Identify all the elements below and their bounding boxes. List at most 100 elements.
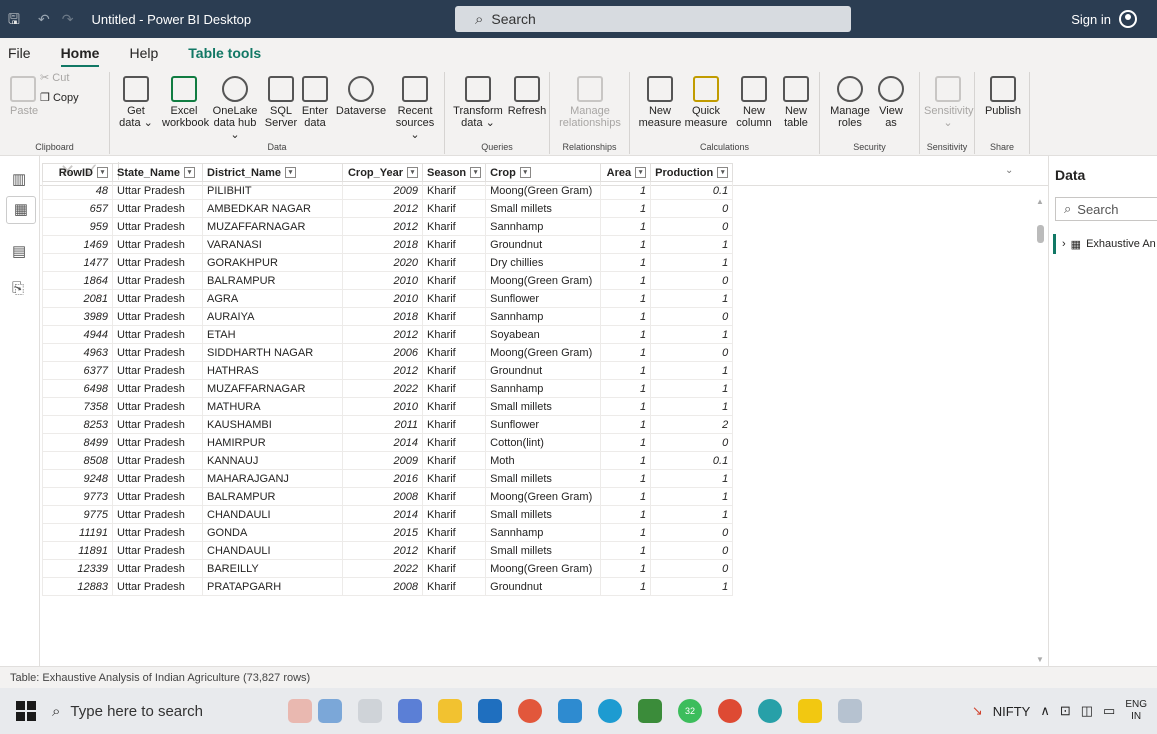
manage-relationships-button[interactable]: Manage relationships — [556, 76, 624, 129]
table-cell[interactable]: 2011 — [342, 415, 423, 434]
table-cell[interactable]: 2012 — [342, 199, 423, 218]
table-cell[interactable]: 2015 — [342, 523, 423, 542]
table-cell[interactable]: HATHRAS — [202, 361, 343, 380]
title-search-box[interactable]: ⌕ Search — [455, 6, 851, 32]
firefox-icon[interactable] — [518, 699, 542, 723]
table-cell[interactable]: 1 — [650, 325, 734, 344]
table-cell[interactable]: Moong(Green Gram) — [485, 271, 602, 290]
table-cell[interactable]: Kharif — [421, 577, 487, 596]
copilot-icon[interactable] — [398, 699, 422, 723]
table-cell[interactable]: 3989 — [42, 307, 113, 326]
table-cell[interactable]: Moong(Green Gram) — [485, 343, 602, 362]
filter-dropdown-icon[interactable]: ▾ — [519, 167, 531, 179]
recent-sources-button[interactable]: Recent sources ⌄ — [392, 76, 438, 141]
filter-dropdown-icon[interactable]: ▾ — [284, 167, 296, 179]
table-cell[interactable]: 1 — [600, 559, 652, 578]
publish-button[interactable]: Publish — [981, 76, 1025, 117]
table-cell[interactable]: 9775 — [42, 505, 113, 524]
app-icon-notes[interactable] — [318, 699, 342, 723]
table-cell[interactable]: Kharif — [421, 379, 487, 398]
m365-icon[interactable] — [558, 699, 582, 723]
table-cell[interactable]: 2009 — [342, 181, 423, 200]
mail-icon[interactable] — [478, 699, 502, 723]
table-cell[interactable]: Moong(Green Gram) — [485, 487, 602, 506]
table-cell[interactable]: 6498 — [42, 379, 113, 398]
column-header[interactable]: Area ▾ — [600, 163, 652, 182]
table-cell[interactable]: Uttar Pradesh — [112, 577, 203, 596]
windows-start-icon[interactable] — [16, 701, 36, 721]
table-cell[interactable]: Kharif — [421, 523, 487, 542]
table-row[interactable]: 4944 Uttar Pradesh ETAH 2012 Kharif Soyabean 1… — [42, 325, 734, 344]
table-cell[interactable]: Sannhamp — [485, 307, 602, 326]
table-cell[interactable]: BALRAMPUR — [202, 487, 343, 506]
table-cell[interactable]: 2022 — [342, 559, 423, 578]
table-view-icon[interactable]: ▦ — [6, 196, 36, 224]
table-cell[interactable]: 1 — [600, 469, 652, 488]
table-cell[interactable]: BAREILLY — [202, 559, 343, 578]
table-cell[interactable]: Kharif — [421, 235, 487, 254]
table-cell[interactable]: 1 — [600, 325, 652, 344]
table-cell[interactable]: KANNAUJ — [202, 451, 343, 470]
table-cell[interactable]: Uttar Pradesh — [112, 541, 203, 560]
transform-data-button[interactable]: Transform data ⌄ — [453, 76, 503, 129]
table-cell[interactable]: 1 — [650, 361, 734, 380]
get-data-button[interactable]: Get data ⌄ — [118, 76, 154, 129]
table-cell[interactable]: Kharif — [421, 199, 487, 218]
table-row[interactable]: 9773 Uttar Pradesh BALRAMPUR 2008 Kharif Moon… — [42, 487, 734, 506]
table-cell[interactable]: Uttar Pradesh — [112, 433, 203, 452]
table-cell[interactable]: 1477 — [42, 253, 113, 272]
menu-table-tools[interactable]: Table tools — [188, 45, 261, 61]
table-row[interactable]: 11891 Uttar Pradesh CHANDAULI 2012 Kharif Sma… — [42, 541, 734, 560]
table-cell[interactable]: Kharif — [421, 541, 487, 560]
table-cell[interactable]: Uttar Pradesh — [112, 325, 203, 344]
table-cell[interactable]: CHANDAULI — [202, 505, 343, 524]
table-cell[interactable]: Uttar Pradesh — [112, 343, 203, 362]
table-cell[interactable]: 0 — [650, 199, 734, 218]
table-row[interactable]: 3989 Uttar Pradesh AURAIYA 2018 Kharif Sannha… — [42, 307, 734, 326]
table-cell[interactable]: HAMIRPUR — [202, 433, 343, 452]
table-cell[interactable]: Kharif — [421, 451, 487, 470]
table-cell[interactable]: Groundnut — [485, 235, 602, 254]
menu-file[interactable]: File — [8, 45, 31, 61]
table-cell[interactable]: KAUSHAMBI — [202, 415, 343, 434]
table-cell[interactable]: Uttar Pradesh — [112, 307, 203, 326]
table-cell[interactable]: 959 — [42, 217, 113, 236]
table-cell[interactable]: 2020 — [342, 253, 423, 272]
table-cell[interactable]: Kharif — [421, 433, 487, 452]
tray-expand-icon[interactable]: ∧ — [1040, 703, 1050, 719]
table-cell[interactable]: Sannhamp — [485, 217, 602, 236]
table-cell[interactable]: PILIBHIT — [202, 181, 343, 200]
table-row[interactable]: 7358 Uttar Pradesh MATHURA 2010 Kharif Small … — [42, 397, 734, 416]
table-cell[interactable]: Kharif — [421, 487, 487, 506]
table-cell[interactable]: GONDA — [202, 523, 343, 542]
filter-dropdown-icon[interactable]: ▾ — [717, 167, 729, 179]
table-row[interactable]: 8253 Uttar Pradesh KAUSHAMBI 2011 Kharif Sunf… — [42, 415, 734, 434]
table-cell[interactable]: Uttar Pradesh — [112, 181, 203, 200]
table-cell[interactable]: 7358 — [42, 397, 113, 416]
table-cell[interactable]: 11891 — [42, 541, 113, 560]
save-icon[interactable]: 🖫 — [8, 11, 26, 27]
table-cell[interactable]: Uttar Pradesh — [112, 361, 203, 380]
table-cell[interactable]: Uttar Pradesh — [112, 289, 203, 308]
table-cell[interactable]: 2010 — [342, 271, 423, 290]
table-row[interactable]: 12339 Uttar Pradesh BAREILLY 2022 Kharif Moon… — [42, 559, 734, 578]
task-view-icon[interactable] — [358, 699, 382, 723]
battery-icon[interactable]: ▭ — [1103, 703, 1115, 719]
table-cell[interactable]: 2012 — [342, 217, 423, 236]
view-as-button[interactable]: View as — [874, 76, 908, 129]
column-header[interactable]: Crop ▾ — [485, 163, 602, 182]
table-cell[interactable]: 8499 — [42, 433, 113, 452]
table-cell[interactable]: 9248 — [42, 469, 113, 488]
scrollbar-thumb[interactable] — [1037, 225, 1044, 243]
table-cell[interactable]: 8253 — [42, 415, 113, 434]
table-cell[interactable]: Kharif — [421, 271, 487, 290]
table-cell[interactable]: 0.1 — [650, 451, 734, 470]
table-row[interactable]: 11191 Uttar Pradesh GONDA 2015 Kharif Sannham… — [42, 523, 734, 542]
chrome-icon[interactable] — [718, 699, 742, 723]
app-icon-media[interactable] — [288, 699, 312, 723]
table-cell[interactable]: 48 — [42, 181, 113, 200]
volume-icon[interactable]: ◫ — [1081, 703, 1093, 719]
table-cell[interactable]: 9773 — [42, 487, 113, 506]
table-cell[interactable]: Small millets — [485, 541, 602, 560]
table-cell[interactable]: Small millets — [485, 469, 602, 488]
